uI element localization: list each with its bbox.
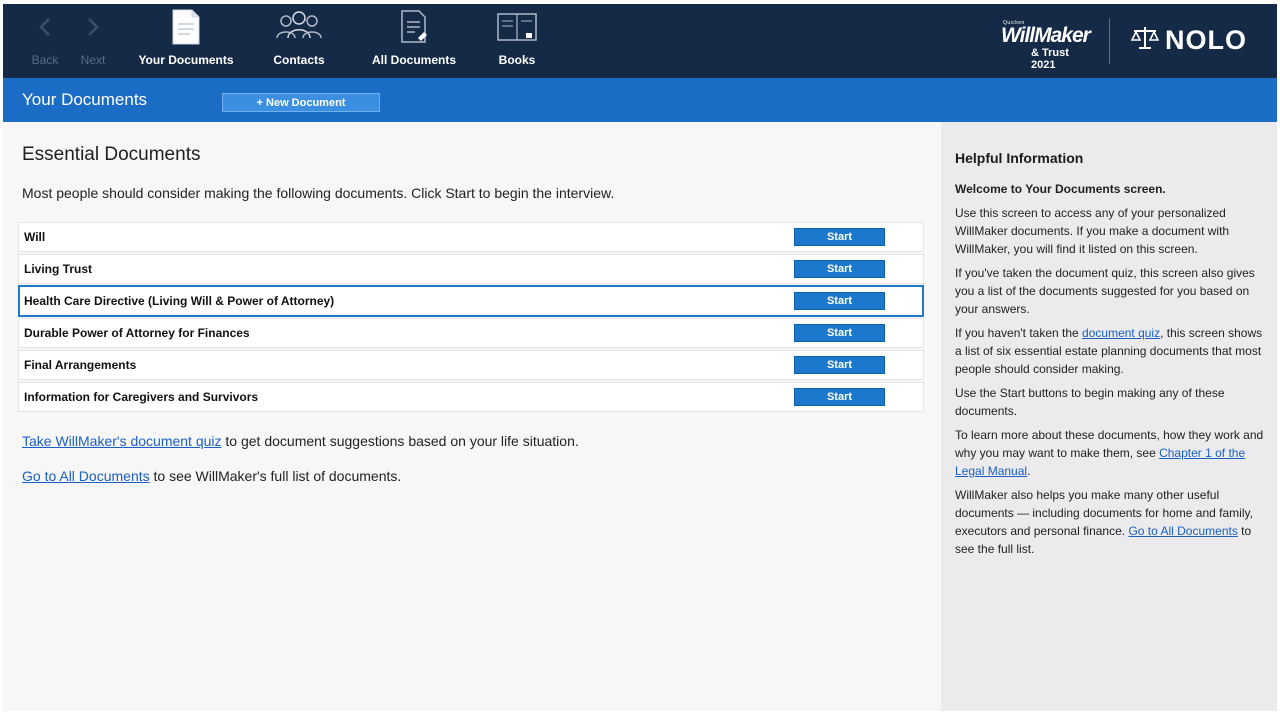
page-header: Your Documents + New Document: [3, 78, 1277, 122]
start-button-living-trust[interactable]: Start: [794, 260, 885, 278]
document-name: Information for Caregivers and Survivors: [24, 390, 259, 404]
books-label: Books: [498, 53, 536, 67]
document-row-caregivers-survivors[interactable]: Information for Caregivers and Survivors…: [18, 382, 924, 412]
p3-prefix: If you haven't taken the: [955, 326, 1083, 340]
main-content: Essential Documents Most people should c…: [3, 122, 939, 711]
document-row-final-arrangements[interactable]: Final Arrangements Start: [18, 350, 924, 380]
document-name: Living Trust: [24, 262, 93, 276]
quiz-line: Take WillMaker's document quiz to get do…: [22, 433, 579, 449]
all-documents-line: Go to All Documents to see WillMaker's f…: [22, 468, 401, 484]
nolo-logo: NOLO: [1130, 22, 1247, 58]
panel-body: Welcome to Your Documents screen. Use th…: [955, 180, 1267, 564]
top-toolbar: Back Next Your Documents Contacts All Do…: [3, 4, 1277, 78]
document-name: Will: [24, 230, 46, 244]
start-button-durable-poa[interactable]: Start: [794, 324, 885, 342]
start-button-final-arrangements[interactable]: Start: [794, 356, 885, 374]
nolo-text: NOLO: [1165, 24, 1247, 55]
all-documents-label: All Documents: [371, 53, 456, 67]
panel-paragraph-1: Use this screen to access any of your pe…: [955, 206, 1230, 256]
document-row-health-care-directive[interactable]: Health Care Directive (Living Will & Pow…: [18, 285, 924, 317]
brand-divider: [1109, 18, 1110, 64]
next-button[interactable]: Next: [73, 4, 113, 78]
document-name: Durable Power of Attorney for Finances: [24, 326, 250, 340]
quiz-suffix: to get document suggestions based on you…: [221, 433, 579, 449]
panel-title: Helpful Information: [955, 150, 1084, 166]
next-label: Next: [80, 53, 106, 67]
panel-document-quiz-link[interactable]: document quiz: [1082, 326, 1160, 340]
document-name: Health Care Directive (Living Will & Pow…: [24, 294, 335, 308]
panel-paragraph-6: WillMaker also helps you make many other…: [955, 486, 1267, 558]
panel-welcome: Welcome to Your Documents screen.: [955, 182, 1166, 196]
back-label: Back: [31, 53, 59, 67]
new-document-button[interactable]: + New Document: [222, 93, 380, 112]
document-row-living-trust[interactable]: Living Trust Start: [18, 254, 924, 284]
all-documents-suffix: to see WillMaker's full list of document…: [149, 468, 402, 484]
document-icon: [171, 4, 201, 50]
nav-all-documents[interactable]: All Documents: [359, 4, 469, 78]
brand-main-text: WillMaker: [1001, 24, 1091, 47]
chevron-left-icon: [38, 4, 52, 50]
scales-icon: [1130, 25, 1160, 56]
nav-contacts[interactable]: Contacts: [261, 4, 337, 78]
panel-paragraph-5: To learn more about these documents, how…: [955, 426, 1267, 480]
app-window: Back Next Your Documents Contacts All Do…: [3, 4, 1277, 711]
panel-paragraph-2: If you've taken the document quiz, this …: [955, 266, 1255, 316]
start-button-will[interactable]: Start: [794, 228, 885, 246]
brand-sub-text: & Trust 2021: [1031, 47, 1069, 71]
willmaker-logo: Quicken WillMaker & Trust 2021: [995, 20, 1095, 71]
chevron-right-icon: [86, 4, 100, 50]
back-button[interactable]: Back: [25, 4, 65, 78]
your-documents-label: Your Documents: [138, 53, 234, 67]
book-icon: [496, 4, 538, 50]
documents-list-icon: [399, 4, 429, 50]
section-title: Essential Documents: [22, 144, 201, 165]
intro-text: Most people should consider making the f…: [22, 185, 615, 201]
document-row-durable-poa[interactable]: Durable Power of Attorney for Finances S…: [18, 318, 924, 348]
nav-your-documents[interactable]: Your Documents: [131, 4, 241, 78]
panel-paragraph-3: If you haven't taken the document quiz, …: [955, 324, 1267, 378]
panel-all-documents-link[interactable]: Go to All Documents: [1128, 524, 1237, 538]
page-title: Your Documents: [22, 90, 148, 109]
all-documents-link[interactable]: Go to All Documents: [22, 468, 150, 484]
p5-suffix: .: [1027, 464, 1031, 478]
nav-books[interactable]: Books: [483, 4, 551, 78]
document-quiz-link[interactable]: Take WillMaker's document quiz: [22, 433, 222, 449]
start-button-health-care-directive[interactable]: Start: [794, 292, 885, 310]
panel-paragraph-4: Use the Start buttons to begin making an…: [955, 386, 1225, 418]
document-name: Final Arrangements: [24, 358, 137, 372]
contacts-label: Contacts: [273, 53, 325, 67]
start-button-caregivers-survivors[interactable]: Start: [794, 388, 885, 406]
people-icon: [274, 4, 324, 50]
helpful-information-panel: Helpful Information Welcome to Your Docu…: [941, 122, 1277, 711]
document-row-will[interactable]: Will Start: [18, 222, 924, 252]
